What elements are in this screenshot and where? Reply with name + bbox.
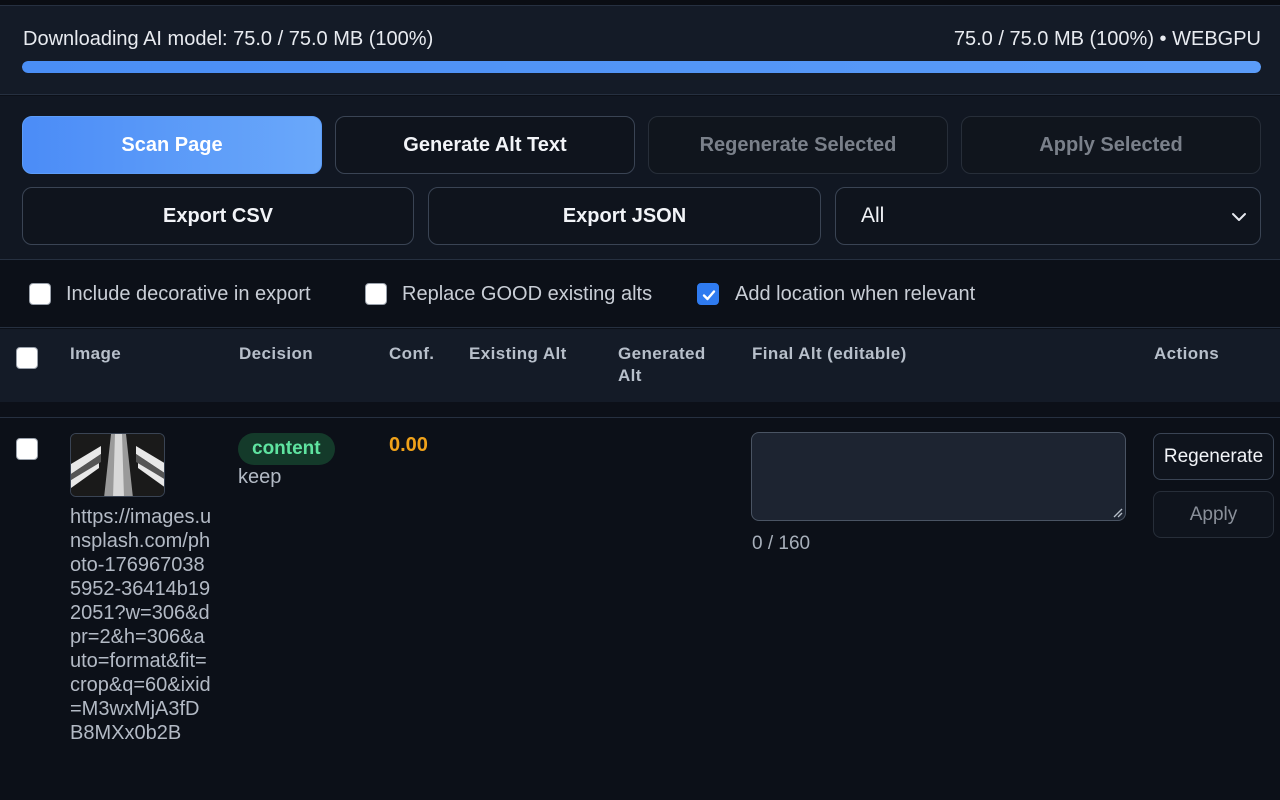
replace-good-label: Replace GOOD existing alts bbox=[402, 283, 653, 305]
scan-page-button[interactable]: Scan Page bbox=[22, 116, 322, 174]
table-header: Image Decision Conf. Existing Alt Genera… bbox=[0, 329, 1280, 402]
column-header-final-alt: Final Alt (editable) bbox=[752, 344, 907, 363]
options-bar: Include decorative in export Replace GOO… bbox=[0, 261, 1280, 328]
column-header-existing-alt: Existing Alt bbox=[469, 344, 567, 363]
progress-status: 75.0 / 75.0 MB (100%) • WEBGPU bbox=[953, 28, 1261, 50]
column-header-generated-alt: Generated Alt bbox=[618, 344, 706, 385]
image-thumbnail bbox=[70, 433, 165, 497]
progress-bar bbox=[22, 61, 1261, 73]
apply-selected-button[interactable]: Apply Selected bbox=[961, 116, 1261, 174]
final-alt-textarea[interactable] bbox=[751, 432, 1126, 521]
resize-handle-icon[interactable] bbox=[1111, 506, 1123, 518]
export-csv-button[interactable]: Export CSV bbox=[22, 187, 414, 245]
replace-good-checkbox[interactable] bbox=[365, 283, 387, 305]
column-header-decision: Decision bbox=[239, 344, 314, 363]
progress-bar-fill bbox=[22, 61, 1261, 73]
export-json-button[interactable]: Export JSON bbox=[428, 187, 821, 245]
chevron-down-icon bbox=[1232, 213, 1246, 221]
column-header-confidence: Conf. bbox=[389, 344, 435, 363]
filter-select[interactable]: All bbox=[835, 187, 1261, 245]
apply-button[interactable]: Apply bbox=[1153, 491, 1274, 538]
column-header-actions: Actions bbox=[1154, 344, 1220, 363]
regenerate-selected-button[interactable]: Regenerate Selected bbox=[648, 116, 948, 174]
select-all-checkbox[interactable] bbox=[16, 347, 38, 369]
column-header-image: Image bbox=[70, 344, 122, 363]
confidence-value: 0.00 bbox=[389, 434, 428, 456]
add-location-label: Add location when relevant bbox=[735, 283, 976, 305]
row-checkbox[interactable] bbox=[16, 438, 38, 460]
progress-label: Downloading AI model: 75.0 / 75.0 MB (10… bbox=[23, 28, 434, 50]
add-location-checkbox[interactable] bbox=[697, 283, 719, 305]
include-decorative-checkbox[interactable] bbox=[29, 283, 51, 305]
model-progress-panel: Downloading AI model: 75.0 / 75.0 MB (10… bbox=[0, 6, 1280, 95]
generate-alt-text-button[interactable]: Generate Alt Text bbox=[335, 116, 635, 174]
decision-action: keep bbox=[238, 466, 282, 488]
filter-select-value: All bbox=[861, 204, 885, 227]
check-icon bbox=[702, 290, 716, 301]
regenerate-button[interactable]: Regenerate bbox=[1153, 433, 1274, 480]
include-decorative-label: Include decorative in export bbox=[66, 283, 311, 305]
decision-badge: content bbox=[238, 433, 335, 465]
image-url: https://images.unsplash.com/photo-176967… bbox=[70, 506, 212, 744]
toolbar: Scan Page Generate Alt Text Regenerate S… bbox=[0, 96, 1280, 260]
header-divider bbox=[0, 417, 1280, 418]
char-count: 0 / 160 bbox=[752, 533, 811, 554]
